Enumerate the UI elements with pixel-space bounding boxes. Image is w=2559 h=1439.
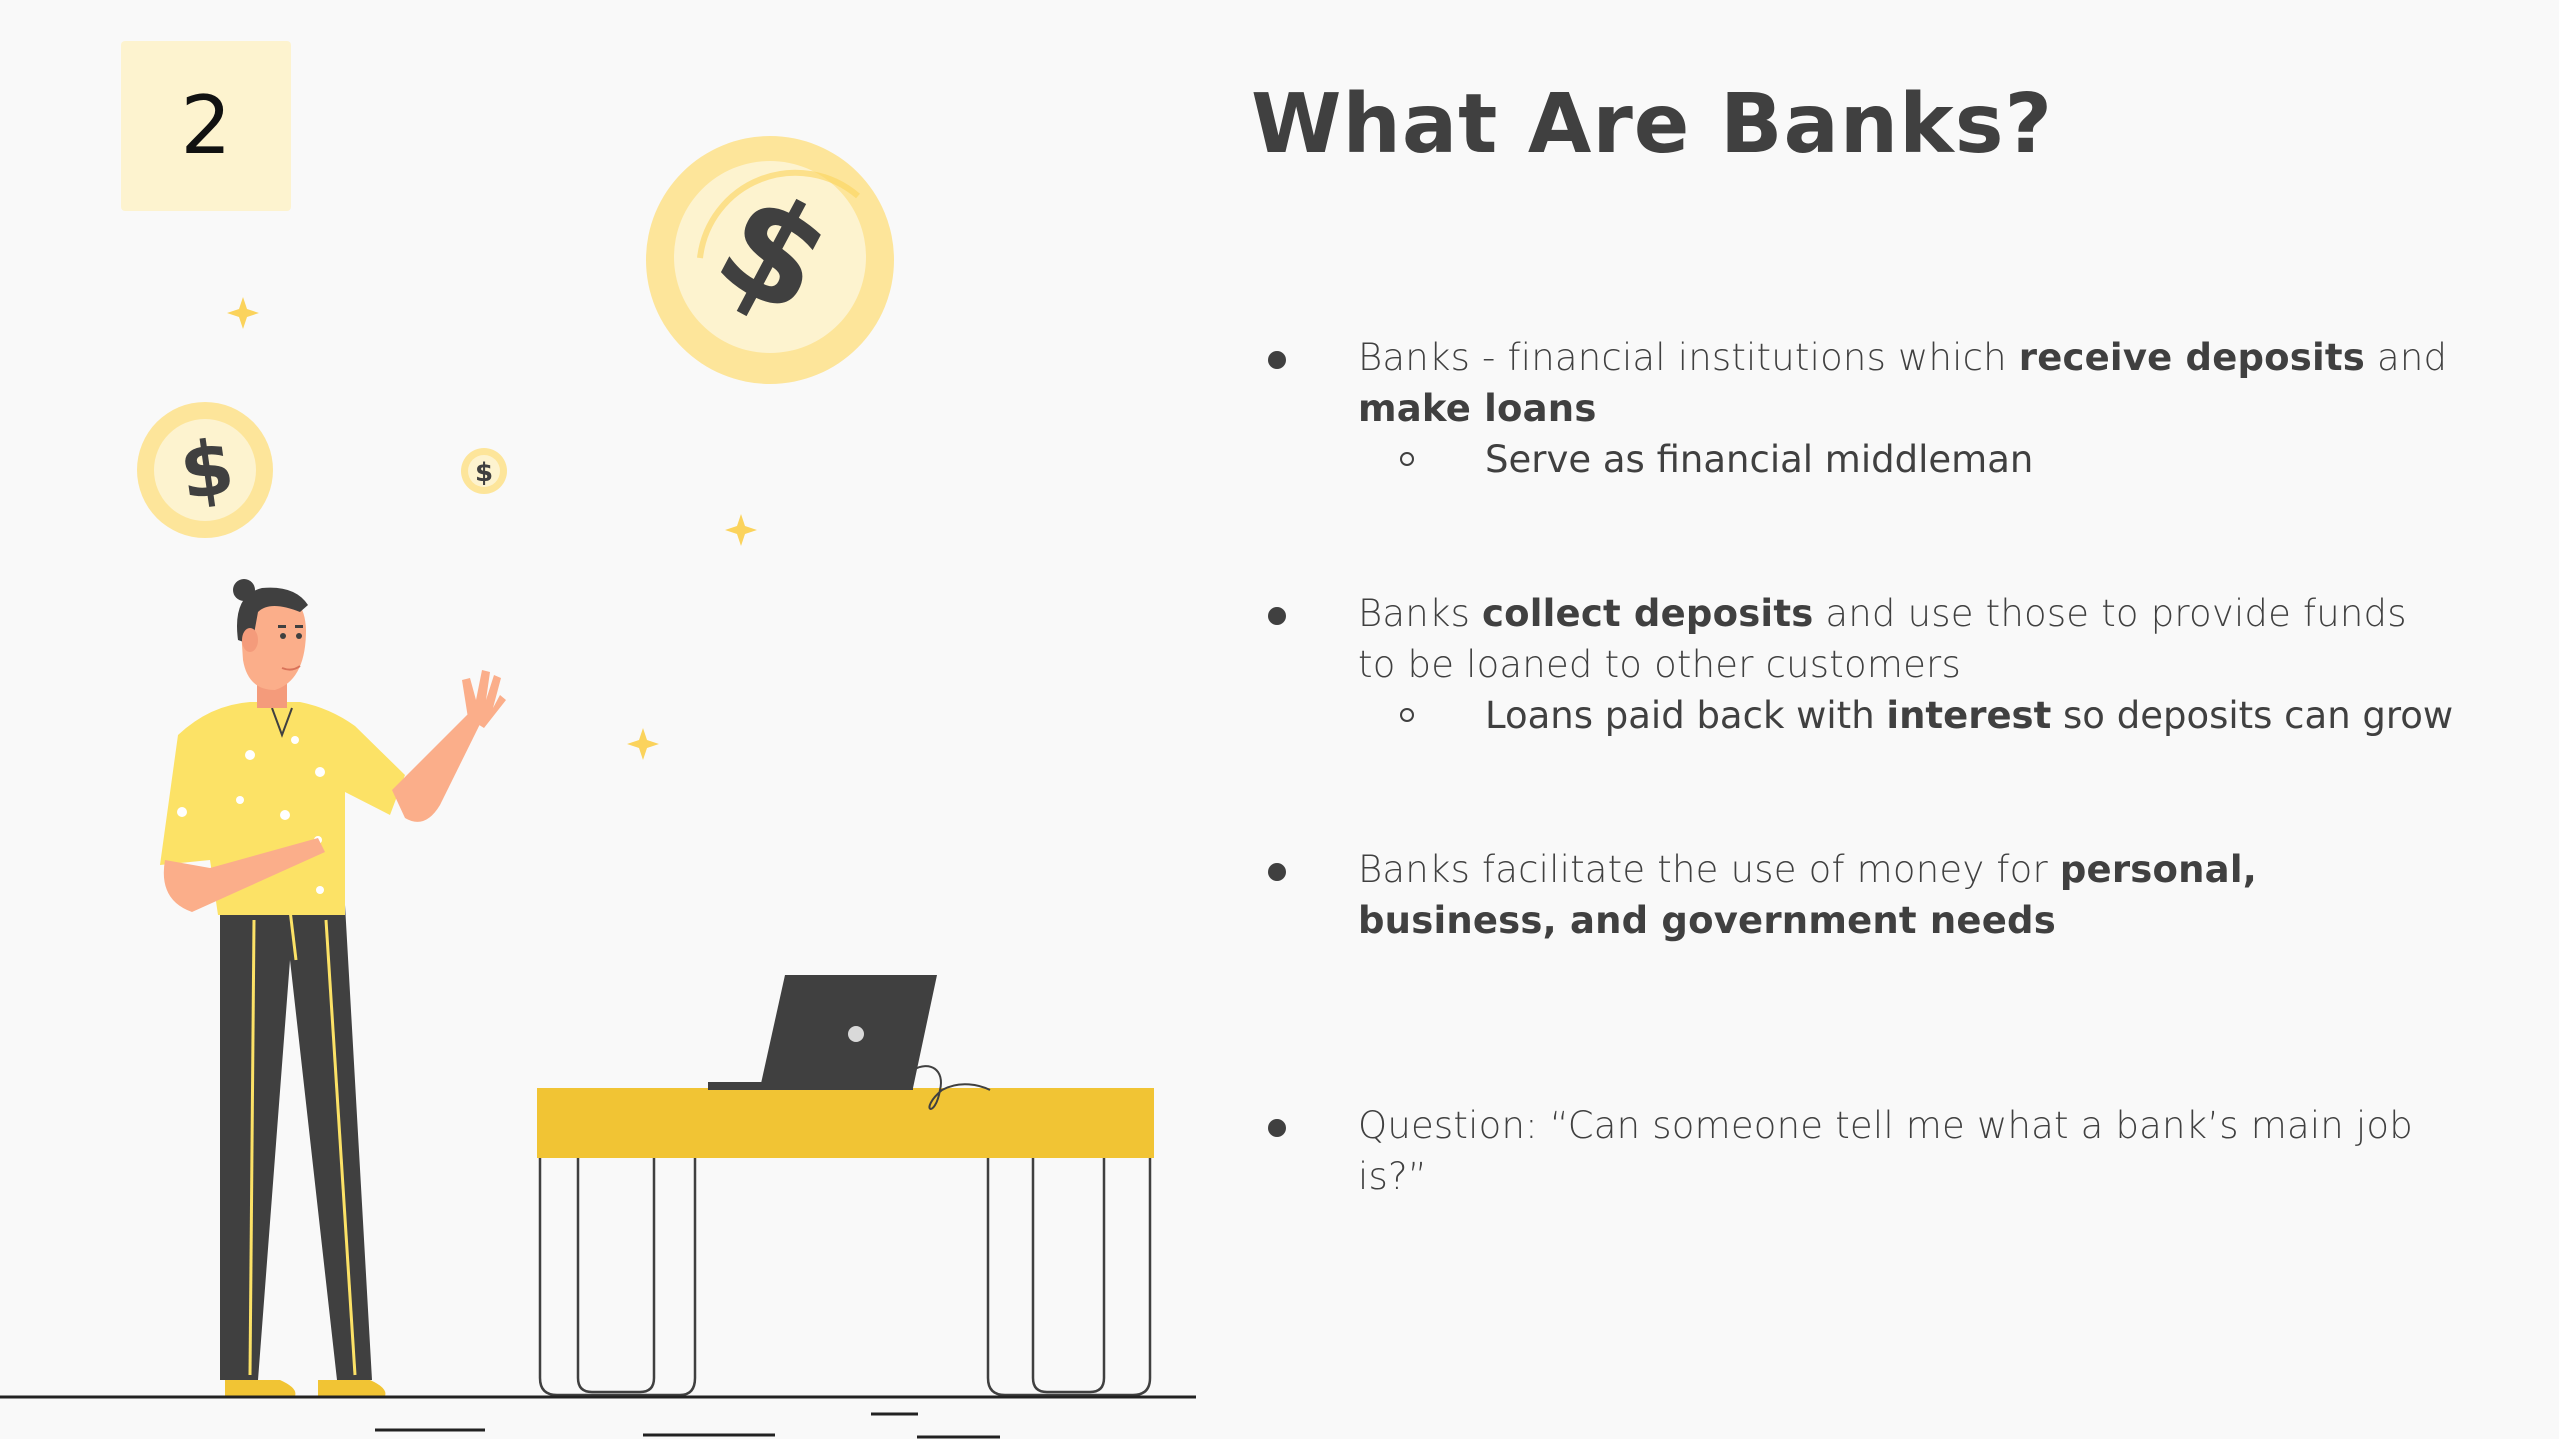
text-run: Banks facilitate the use of money for — [1358, 848, 2060, 891]
slide-title: What Are Banks? — [1251, 77, 2054, 172]
sub-bullet-ring — [1400, 452, 1414, 466]
text-run: so deposits can grow — [2051, 694, 2454, 737]
desk — [537, 1088, 1154, 1397]
ground-line — [0, 1395, 1196, 1439]
sub-bullet-text: Loans paid back with interest so deposit… — [1485, 690, 2465, 741]
bullet-dot — [1268, 1119, 1286, 1137]
person-figure — [160, 579, 506, 1396]
text-run: and — [2365, 336, 2448, 379]
bold-text-run: receive deposits — [2018, 336, 2366, 379]
bullet-text: Banks - financial institutions which rec… — [1358, 332, 2448, 434]
bullet-text: Banks collect deposits and use those to … — [1358, 588, 2448, 690]
bullet-dot — [1268, 351, 1286, 369]
bullet-text: Banks facilitate the use of money for pe… — [1358, 844, 2448, 946]
sub-bullet-text: Serve as financial middleman — [1485, 434, 2465, 485]
sub-bullet-ring — [1400, 708, 1414, 722]
bold-text-run: collect deposits — [1482, 592, 1814, 635]
bold-text-run: make loans — [1358, 387, 1597, 430]
text-run: Banks — [1358, 592, 1483, 635]
bullet-dot — [1268, 863, 1286, 881]
bold-text-run: interest — [1886, 694, 2052, 737]
small-coin-symbol: $ — [475, 458, 493, 488]
large-dollar-coin-icon: $ — [646, 136, 894, 384]
medium-dollar-coin-icon: $ — [137, 402, 273, 538]
bullet-dot — [1268, 607, 1286, 625]
bullet-text: Question: “Can someone tell me what a ba… — [1358, 1100, 2448, 1202]
text-run: Banks - financial institutions which — [1358, 336, 2019, 379]
text-run: Loans paid back with — [1485, 694, 1887, 737]
text-run: Question: “Can someone tell me what a ba… — [1358, 1104, 2413, 1198]
slide: 2 What Are Banks? $ $ $ Banks - financia… — [0, 0, 2559, 1439]
text-run: Serve as financial middleman — [1485, 438, 2034, 481]
small-dollar-coin-icon: $ — [461, 448, 507, 494]
person-with-laptop-illustration: $ $ $ — [0, 136, 1196, 1439]
